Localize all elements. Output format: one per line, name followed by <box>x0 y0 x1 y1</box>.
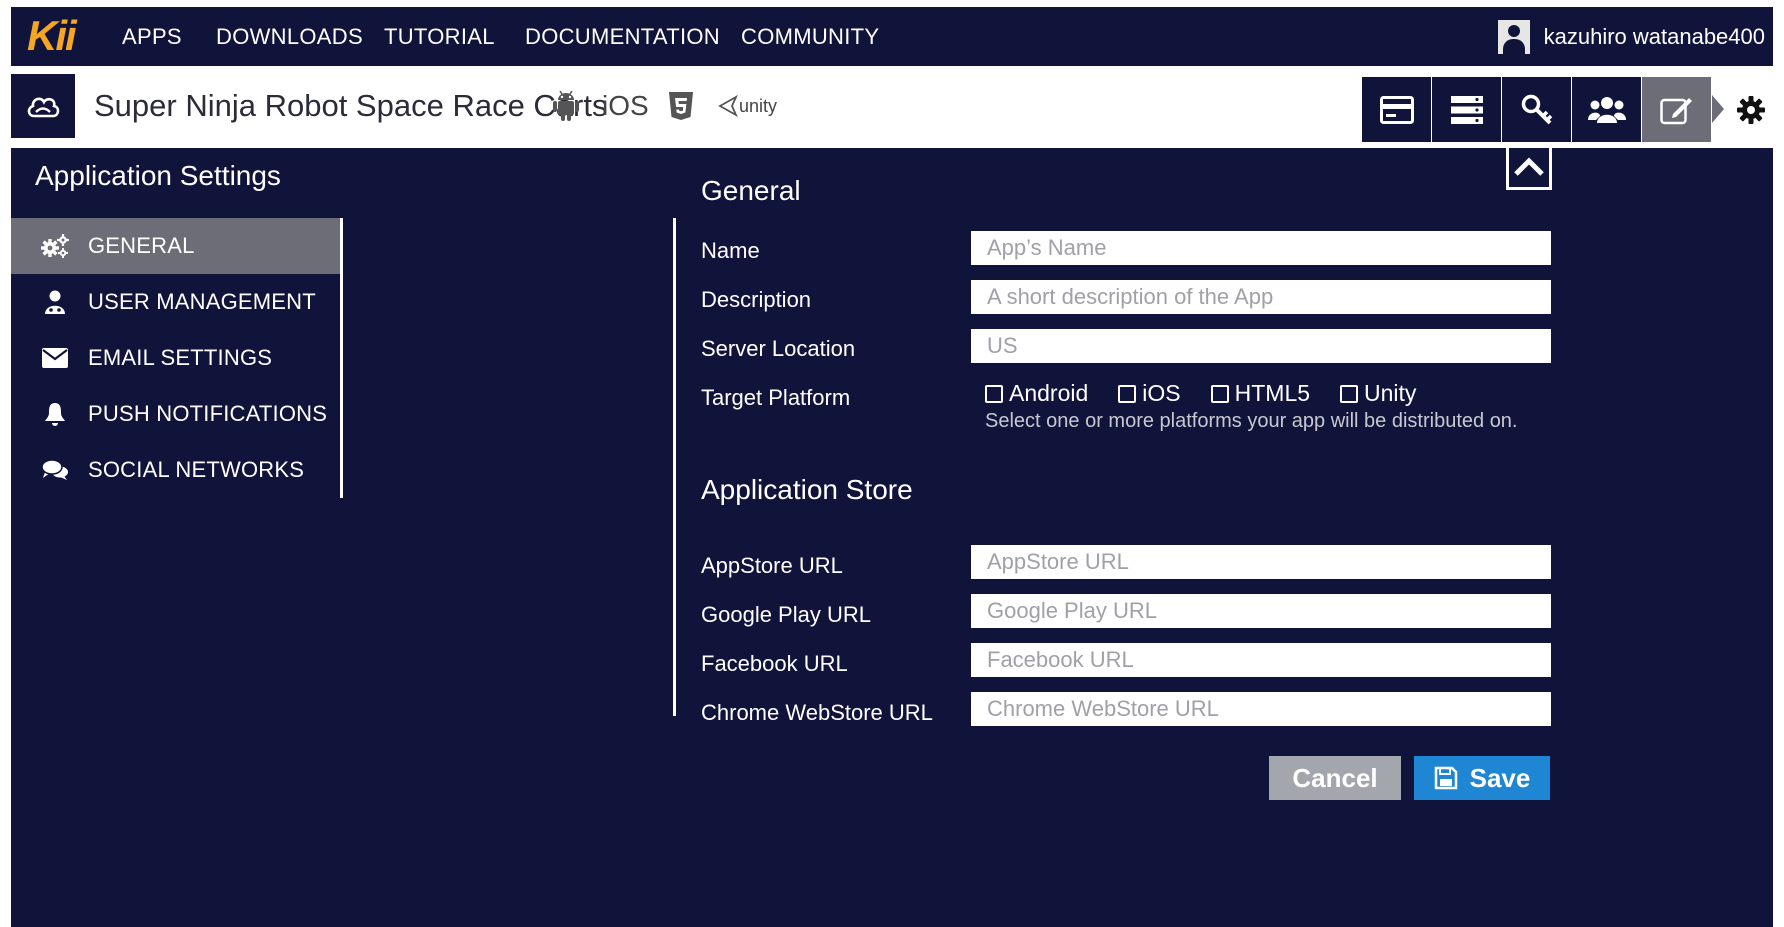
active-indicator <box>1712 95 1724 123</box>
nav-downloads[interactable]: DOWNLOADS <box>216 7 363 66</box>
top-navbar: Kii APPS DOWNLOADS TUTORIAL DOCUMENTATIO… <box>11 7 1773 66</box>
settings-sidebar: GENERAL USER MANAGEMENT EMAIL SETTINGS P… <box>11 218 343 498</box>
users-icon[interactable] <box>1572 77 1641 142</box>
description-label: Description <box>701 287 812 312</box>
user-name: kazuhiro watanabe400 <box>1543 23 1765 49</box>
ios-label: iOS <box>602 90 649 121</box>
html5-checkbox[interactable]: HTML5 <box>1210 380 1310 407</box>
name-input[interactable] <box>971 231 1551 265</box>
save-icon <box>1434 766 1457 790</box>
settings-panel: Application Settings GENERAL USER MANAGE… <box>11 144 1773 927</box>
checkbox-box <box>1340 384 1359 403</box>
facebook-url-label: Facebook URL <box>701 651 848 676</box>
facebook-url-input[interactable] <box>971 643 1551 677</box>
avatar <box>1497 19 1530 54</box>
nav-documentation[interactable]: DOCUMENTATION <box>525 7 720 66</box>
sidebar-item-email-settings[interactable]: EMAIL SETTINGS <box>11 330 340 386</box>
google-play-url-input[interactable] <box>971 594 1551 628</box>
cancel-button[interactable]: Cancel <box>1269 756 1401 800</box>
bell-icon <box>39 400 71 428</box>
nav-apps[interactable]: APPS <box>122 7 182 66</box>
application-store-heading: Application Store <box>701 474 913 505</box>
app-bar: Super Ninja Robot Space Race Carts iOS u… <box>11 66 1773 148</box>
sidebar-item-label: EMAIL SETTINGS <box>88 345 273 370</box>
save-button[interactable]: Save <box>1414 756 1550 800</box>
server-location-input[interactable] <box>971 329 1551 363</box>
android-icon <box>552 86 580 126</box>
gear-icon[interactable] <box>1724 77 1778 142</box>
nav-community[interactable]: COMMUNITY <box>741 7 879 66</box>
key-icon[interactable] <box>1502 77 1571 142</box>
appstore-url-input[interactable] <box>971 545 1551 579</box>
card-icon[interactable] <box>1362 77 1431 142</box>
html5-icon <box>668 86 694 126</box>
envelope-icon <box>39 344 71 372</box>
sidebar-item-general[interactable]: GENERAL <box>11 218 340 274</box>
google-play-url-label: Google Play URL <box>701 602 871 627</box>
collapse-button[interactable] <box>1506 144 1552 190</box>
sidebar-item-push-notifications[interactable]: PUSH NOTIFICATIONS <box>11 386 340 442</box>
target-platform-label: Target Platform <box>701 385 851 410</box>
chrome-webstore-url-label: Chrome WebStore URL <box>701 700 933 725</box>
general-heading: General <box>701 175 801 206</box>
server-location-label: Server Location <box>701 336 856 361</box>
checkbox-box <box>985 384 1003 403</box>
cloud-icon[interactable] <box>11 74 75 138</box>
sidebar-item-social-networks[interactable]: SOCIAL NETWORKS <box>11 442 340 498</box>
app-toolbar <box>1362 77 1778 142</box>
save-label: Save <box>1469 762 1531 793</box>
sidebar-item-label: GENERAL <box>88 233 195 258</box>
gears-icon <box>39 232 71 260</box>
android-checkbox[interactable]: Android <box>985 380 1088 407</box>
chat-icon <box>39 456 71 484</box>
unity-logo: unity <box>718 86 777 126</box>
unity-checkbox[interactable]: Unity <box>1340 380 1416 407</box>
user-icon <box>39 288 71 316</box>
edit-icon[interactable] <box>1642 77 1711 142</box>
sidebar-item-user-management[interactable]: USER MANAGEMENT <box>11 274 340 330</box>
checkbox-box <box>1210 384 1229 403</box>
page-title: Application Settings <box>35 160 281 191</box>
sidebar-item-label: SOCIAL NETWORKS <box>88 457 305 482</box>
nav-tutorial[interactable]: TUTORIAL <box>384 7 495 66</box>
vertical-divider <box>673 218 676 716</box>
description-input[interactable] <box>971 280 1551 314</box>
kii-logo[interactable]: Kii <box>27 12 77 59</box>
appstore-url-label: AppStore URL <box>701 553 843 578</box>
user-menu[interactable]: kazuhiro watanabe400 <box>1497 7 1765 66</box>
name-label: Name <box>701 238 760 263</box>
sidebar-item-label: PUSH NOTIFICATIONS <box>88 401 328 426</box>
sidebar-item-label: USER MANAGEMENT <box>88 289 316 314</box>
ios-checkbox[interactable]: iOS <box>1118 380 1181 407</box>
chrome-webstore-url-input[interactable] <box>971 692 1551 726</box>
platform-help-text: Select one or more platforms your app wi… <box>985 410 1518 432</box>
platform-checkboxes: Android iOS HTML5 Unity <box>985 380 1446 407</box>
app-title: Super Ninja Robot Space Race Carts <box>94 88 608 123</box>
checkbox-box <box>1118 384 1137 403</box>
storage-icon[interactable] <box>1432 77 1501 142</box>
